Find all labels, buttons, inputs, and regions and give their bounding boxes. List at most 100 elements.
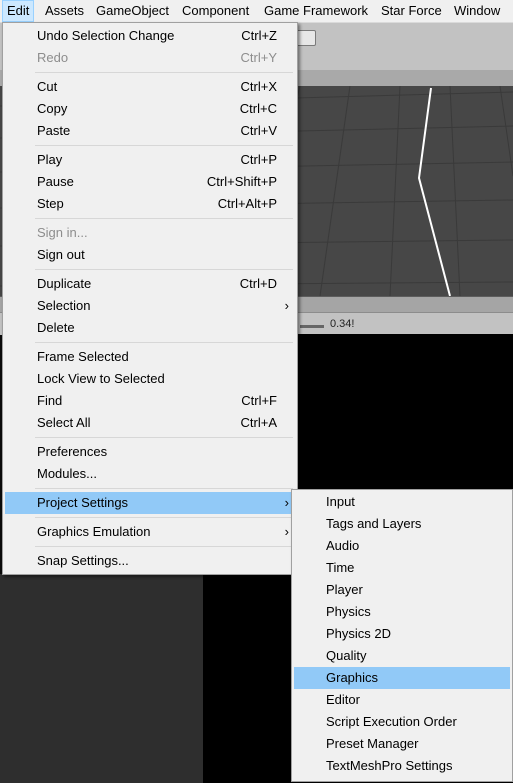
menu-item-paste[interactable]: Paste Ctrl+V: [5, 120, 295, 142]
menu-item-redo: Redo Ctrl+Y: [5, 47, 295, 69]
submenu-item-player[interactable]: Player: [294, 579, 510, 601]
menu-item-graphics-emulation[interactable]: Graphics Emulation ›: [5, 521, 295, 543]
menu-item-sign-in: Sign in...: [5, 222, 295, 244]
menu-item-step[interactable]: Step Ctrl+Alt+P: [5, 193, 295, 215]
menu-item-shortcut: Ctrl+Shift+P: [206, 174, 277, 189]
menu-separator: [35, 269, 293, 270]
submenu-item-editor[interactable]: Editor: [294, 689, 510, 711]
menu-component[interactable]: Component: [178, 1, 253, 21]
menu-item-label: Redo: [37, 50, 69, 65]
gizmo-line: [417, 87, 451, 296]
menu-item-lock-view-to-selected[interactable]: Lock View to Selected: [5, 368, 295, 390]
menu-item-label: Duplicate: [37, 276, 92, 291]
menu-gameobject[interactable]: GameObject: [92, 1, 173, 21]
menu-item-play[interactable]: Play Ctrl+P: [5, 149, 295, 171]
menu-item-label: Sign in...: [37, 225, 88, 240]
timeline-value: 0.34!: [330, 318, 355, 330]
menu-separator: [35, 218, 293, 219]
submenu-item-label: Script Execution Order: [326, 714, 457, 729]
menu-item-label: Frame Selected: [37, 349, 129, 364]
menu-separator: [35, 517, 293, 518]
submenu-item-input[interactable]: Input: [294, 491, 510, 513]
menu-item-snap-settings[interactable]: Snap Settings...: [5, 550, 295, 572]
menu-item-shortcut: Ctrl+A: [240, 415, 277, 430]
menu-item-select-all[interactable]: Select All Ctrl+A: [5, 412, 295, 434]
chevron-right-icon: ›: [284, 298, 289, 313]
menu-item-label: Cut: [37, 79, 58, 94]
submenu-item-graphics[interactable]: Graphics: [294, 667, 510, 689]
menu-item-label: Project Settings: [37, 495, 129, 510]
submenu-item-label: Input: [326, 494, 355, 509]
submenu-item-label: Preset Manager: [326, 736, 419, 751]
menu-window[interactable]: Window: [450, 1, 504, 21]
submenu-item-physics-2d[interactable]: Physics 2D: [294, 623, 510, 645]
submenu-item-label: Tags and Layers: [326, 516, 422, 531]
menu-bar: Edit Assets GameObject Component Game Fr…: [0, 0, 513, 23]
menu-separator: [35, 72, 293, 73]
menu-item-label: Find: [37, 393, 63, 408]
submenu-item-quality[interactable]: Quality: [294, 645, 510, 667]
menu-item-copy[interactable]: Copy Ctrl+C: [5, 98, 295, 120]
submenu-item-preset-manager[interactable]: Preset Manager: [294, 733, 510, 755]
menu-item-modules[interactable]: Modules...: [5, 463, 295, 485]
submenu-item-label: Physics: [326, 604, 371, 619]
submenu-item-label: Audio: [326, 538, 360, 553]
menu-item-undo-selection-change[interactable]: Undo Selection Change Ctrl+Z: [5, 25, 295, 47]
menu-item-selection[interactable]: Selection ›: [5, 295, 295, 317]
menu-item-pause[interactable]: Pause Ctrl+Shift+P: [5, 171, 295, 193]
menu-edit[interactable]: Edit: [2, 0, 35, 22]
submenu-item-physics[interactable]: Physics: [294, 601, 510, 623]
submenu-item-label: Player: [326, 582, 363, 597]
menu-item-preferences[interactable]: Preferences: [5, 441, 295, 463]
menu-item-shortcut: Ctrl+F: [241, 393, 277, 408]
submenu-item-textmeshpro-settings[interactable]: TextMeshPro Settings: [294, 755, 510, 777]
menu-item-label: Undo Selection Change: [37, 28, 175, 43]
menu-item-label: Delete: [37, 320, 75, 335]
menu-item-label: Modules...: [37, 466, 97, 481]
submenu-item-label: Editor: [326, 692, 360, 707]
submenu-item-tags-and-layers[interactable]: Tags and Layers: [294, 513, 510, 535]
menu-item-label: Preferences: [37, 444, 108, 459]
hierarchy-panel: [0, 574, 203, 783]
menu-separator: [35, 437, 293, 438]
menu-item-frame-selected[interactable]: Frame Selected: [5, 346, 295, 368]
menu-item-shortcut: Ctrl+Z: [241, 28, 277, 43]
menu-item-label: Select All: [37, 415, 91, 430]
submenu-item-label: Quality: [326, 648, 367, 663]
menu-item-project-settings[interactable]: Project Settings ›: [5, 492, 295, 514]
submenu-item-label: Time: [326, 560, 355, 575]
submenu-item-script-execution-order[interactable]: Script Execution Order: [294, 711, 510, 733]
submenu-item-audio[interactable]: Audio: [294, 535, 510, 557]
chevron-right-icon: ›: [284, 495, 289, 510]
menu-item-label: Graphics Emulation: [37, 524, 151, 539]
submenu-item-time[interactable]: Time: [294, 557, 510, 579]
menu-separator: [35, 546, 293, 547]
menu-item-sign-out[interactable]: Sign out: [5, 244, 295, 266]
menu-separator: [35, 342, 293, 343]
menu-item-shortcut: Ctrl+D: [239, 276, 277, 291]
menu-item-shortcut: Ctrl+C: [239, 101, 277, 116]
menu-item-shortcut: Ctrl+Y: [240, 50, 277, 65]
timeline-slider[interactable]: [300, 325, 324, 328]
submenu-item-label: Graphics: [326, 670, 379, 685]
menu-item-label: Snap Settings...: [37, 553, 129, 568]
menu-item-label: Selection: [37, 298, 91, 313]
menu-item-shortcut: Ctrl+P: [240, 152, 277, 167]
menu-item-shortcut: Ctrl+X: [240, 79, 277, 94]
menu-item-shortcut: Ctrl+Alt+P: [217, 196, 277, 211]
menu-assets[interactable]: Assets: [41, 1, 88, 21]
menu-item-label: Sign out: [37, 247, 85, 262]
menu-separator: [35, 145, 293, 146]
menu-item-shortcut: Ctrl+V: [240, 123, 277, 138]
menu-item-label: Play: [37, 152, 63, 167]
chevron-right-icon: ›: [284, 524, 289, 539]
menu-item-delete[interactable]: Delete: [5, 317, 295, 339]
menu-item-find[interactable]: Find Ctrl+F: [5, 390, 295, 412]
menu-item-duplicate[interactable]: Duplicate Ctrl+D: [5, 273, 295, 295]
submenu-item-label: Physics 2D: [326, 626, 392, 641]
menu-game-framework[interactable]: Game Framework: [260, 1, 372, 21]
menu-item-label: Lock View to Selected: [37, 371, 165, 386]
menu-star-force[interactable]: Star Force: [377, 1, 446, 21]
submenu-item-label: TextMeshPro Settings: [326, 758, 453, 773]
menu-item-cut[interactable]: Cut Ctrl+X: [5, 76, 295, 98]
